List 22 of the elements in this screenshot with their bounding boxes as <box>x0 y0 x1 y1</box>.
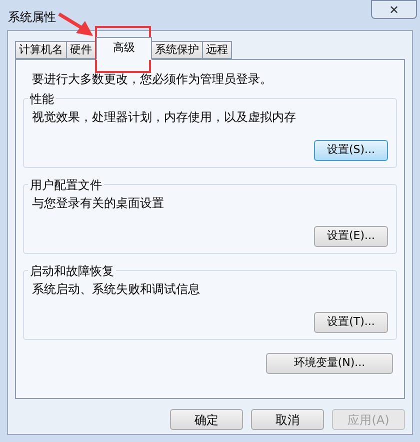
close-button[interactable]: ✕ <box>371 0 417 19</box>
group-description: 视觉效果，处理器计划，内存使用，以及虚拟内存 <box>32 109 297 126</box>
tab[interactable]: 硬件 <box>66 41 96 59</box>
group-description: 与您登录有关的桌面设置 <box>32 195 165 212</box>
settings-button[interactable]: 设置(T)... <box>314 312 388 333</box>
admin-notice: 要进行大多数更改，您必须作为管理员登录。 <box>31 71 273 88</box>
tab[interactable]: 远程 <box>202 41 232 59</box>
group-title: 性能 <box>28 90 56 108</box>
dialog-button[interactable]: 取消 <box>251 409 324 430</box>
annotation-arrow <box>58 12 94 38</box>
environment-variables-button[interactable]: 环境变量(N)... <box>266 353 393 374</box>
settings-button[interactable]: 设置(E)... <box>314 226 388 247</box>
group-title: 用户配置文件 <box>28 176 104 194</box>
tab[interactable]: 系统保护 <box>151 41 203 59</box>
settings-button[interactable]: 设置(S)... <box>314 140 388 161</box>
tab[interactable]: 计算机名 <box>15 41 67 59</box>
group-description: 系统启动、系统失败和调试信息 <box>32 281 201 298</box>
window-title: 系统属性 <box>8 9 56 26</box>
tab[interactable]: 高级 <box>96 37 152 60</box>
highlight-frame <box>95 26 151 73</box>
dialog-button[interactable]: 确定 <box>170 409 243 430</box>
group-title: 启动和故障恢复 <box>28 262 116 280</box>
